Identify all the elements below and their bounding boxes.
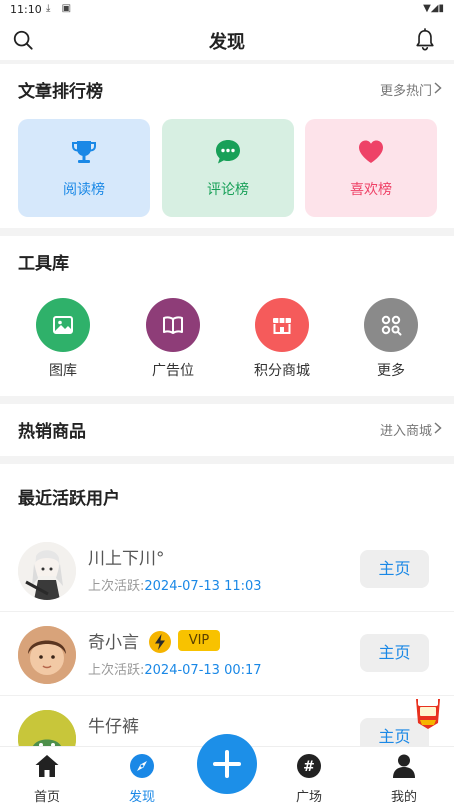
avatar-image: [18, 626, 76, 684]
user-row[interactable]: 奇小言 VIP 上次活跃:2024-07-13 00:17 主页: [0, 612, 454, 696]
status-time: 11:10: [10, 3, 42, 16]
hot-goods-section: 热销商品 进入商城: [0, 404, 454, 456]
chevron-right-icon[interactable]: [434, 422, 442, 434]
nav-mine[interactable]: 我的: [369, 753, 439, 805]
avatar-image: [18, 542, 76, 600]
user-last-active: 上次活跃:2024-07-13 11:03: [88, 575, 262, 594]
signal-battery-icons: ▼◢▮: [423, 3, 444, 14]
tool-points-mall[interactable]: 积分商城: [237, 298, 327, 380]
hot-goods-title: 热销商品: [18, 422, 86, 442]
tool-more-label: 更多: [377, 363, 405, 379]
tools-title: 工具库: [18, 254, 69, 274]
last-active-label: 上次活跃:: [88, 663, 145, 678]
heart-icon: [359, 140, 383, 163]
nav-home-label: 首页: [33, 790, 60, 805]
ranking-section: 文章排行榜 更多热门 阅读榜 评论榜 喜欢榜: [0, 64, 454, 228]
tool-gallery-label: 图库: [49, 363, 77, 379]
user-home-button[interactable]: 主页: [360, 634, 429, 672]
book-icon: [163, 316, 183, 334]
vip-badge: VIP: [178, 630, 220, 651]
nav-square-label: 广场: [295, 790, 322, 805]
status-bar: 11:10 ⤓ ▣ ▼◢▮: [0, 0, 454, 20]
trophy-icon: [72, 141, 96, 163]
user-icon: [393, 754, 415, 778]
tool-more[interactable]: 更多: [346, 298, 436, 380]
svg-text:#: #: [303, 759, 315, 775]
avatar[interactable]: [18, 542, 76, 600]
nav-square[interactable]: # 广场: [274, 753, 344, 805]
promo-badge-icon[interactable]: [412, 693, 444, 731]
notification-icons: ⤓ ▣: [46, 3, 76, 14]
user-name: 牛仔裤: [88, 717, 139, 737]
tools-section: 工具库 图库 广告位 积分商城 更多: [0, 236, 454, 396]
read-ranking-label: 阅读榜: [63, 182, 105, 198]
tool-gallery[interactable]: 图库: [18, 298, 108, 380]
avatar[interactable]: [18, 626, 76, 684]
comment-ranking-card[interactable]: 评论榜: [162, 119, 294, 217]
chevron-right-icon[interactable]: [434, 82, 442, 94]
bell-icon[interactable]: [414, 28, 436, 52]
read-ranking-card[interactable]: 阅读榜: [18, 119, 150, 217]
tool-ad-slot-label: 广告位: [152, 363, 194, 379]
active-users-section: 最近活跃用户 川上下川° 上次活跃:2024-07-13 11:03 主页 奇小…: [0, 464, 454, 768]
compass-icon: [130, 754, 154, 778]
last-active-label: 上次活跃:: [88, 579, 145, 594]
ranking-title: 文章排行榜: [18, 82, 103, 102]
last-active-time: 2024-07-13 11:03: [144, 579, 262, 594]
user-last-active: 上次活跃:2024-07-13 00:17: [88, 659, 262, 678]
plus-icon: [213, 750, 241, 778]
comment-ranking-label: 评论榜: [207, 182, 249, 198]
enter-mall-link[interactable]: 进入商城: [380, 420, 432, 439]
page-title: 发现: [209, 32, 245, 53]
hashtag-icon: #: [297, 754, 321, 778]
like-ranking-label: 喜欢榜: [350, 182, 392, 198]
top-bar: 发现: [0, 20, 454, 60]
user-home-button[interactable]: 主页: [360, 550, 429, 588]
last-active-time: 2024-07-13 00:17: [144, 663, 262, 678]
store-icon: [273, 318, 291, 334]
nav-discover[interactable]: 发现: [107, 753, 177, 805]
chat-icon: [216, 140, 240, 164]
nav-mine-label: 我的: [390, 790, 417, 805]
add-post-button[interactable]: [197, 734, 257, 794]
tool-ad-slot[interactable]: 广告位: [128, 298, 218, 380]
grid-search-icon: [381, 315, 402, 336]
tool-points-mall-label: 积分商城: [254, 363, 310, 379]
lightning-badge-icon: [149, 631, 171, 653]
more-hot-link[interactable]: 更多热门: [380, 80, 432, 99]
nav-discover-label: 发现: [128, 790, 155, 805]
home-icon: [35, 755, 59, 777]
user-name: 奇小言: [88, 633, 139, 653]
image-icon: [53, 316, 73, 334]
active-users-title: 最近活跃用户: [18, 489, 120, 509]
like-ranking-card[interactable]: 喜欢榜: [305, 119, 437, 217]
user-name: 川上下川°: [88, 549, 165, 569]
nav-home[interactable]: 首页: [12, 753, 82, 805]
user-row[interactable]: 川上下川° 上次活跃:2024-07-13 11:03 主页: [0, 528, 454, 612]
